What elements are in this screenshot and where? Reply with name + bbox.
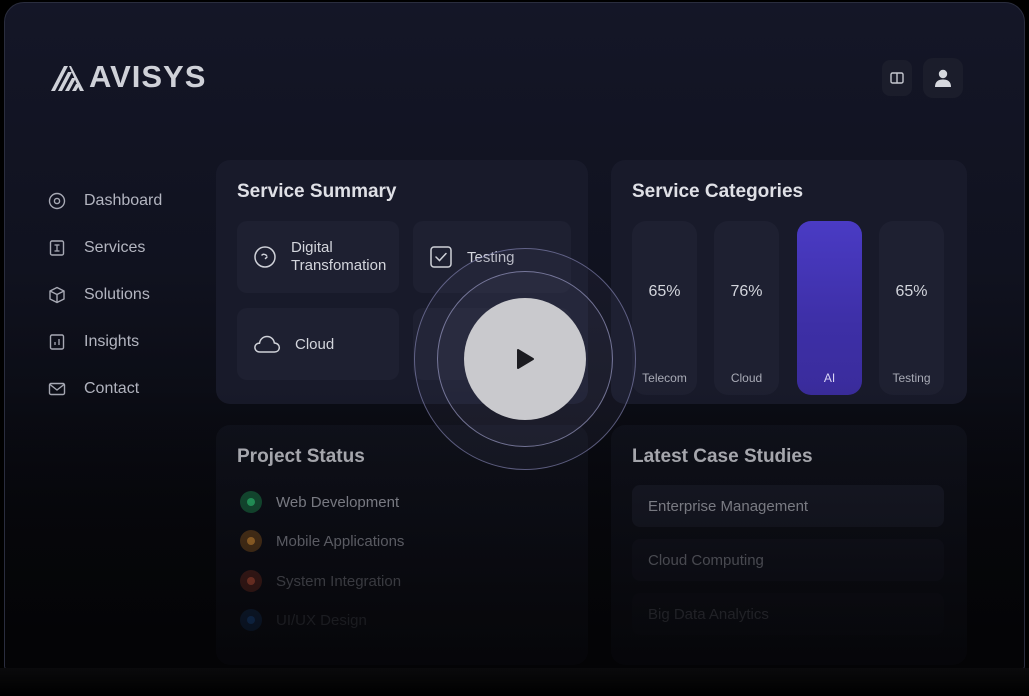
tile-label: Digital Transfomation — [291, 239, 386, 275]
sidebar-item-label: Contact — [84, 379, 140, 397]
category-percent: 65% — [895, 283, 928, 300]
brand-name: AVISYS — [89, 59, 207, 94]
tile-label: Cloud — [295, 335, 335, 353]
project-status-title: Project Status — [237, 446, 365, 467]
user-icon — [935, 69, 951, 87]
play-video-button[interactable] — [464, 298, 586, 420]
service-tile-cloud[interactable]: Cloud — [237, 308, 399, 380]
play-icon — [517, 349, 534, 369]
panel-toggle-button[interactable] — [882, 60, 912, 96]
category-bar-ai[interactable]: AI — [797, 221, 862, 395]
service-summary-title: Service Summary — [237, 181, 397, 202]
case-study-item[interactable]: Cloud Computing — [632, 539, 944, 581]
cube-icon — [47, 285, 67, 305]
sidebar-item-services[interactable]: Services — [47, 224, 162, 271]
gauge-icon — [253, 245, 277, 269]
category-label: Testing — [892, 371, 931, 385]
mail-icon — [47, 379, 67, 399]
category-percent: 76% — [730, 283, 763, 300]
tile-label-line2: Transfomation — [291, 257, 387, 274]
category-percent: 65% — [648, 283, 681, 300]
panel-icon — [890, 72, 904, 84]
status-dot — [240, 491, 262, 513]
service-categories-card: Service Categories 65% Telecom 76% Cloud… — [611, 160, 967, 404]
case-study-label: Cloud Computing — [648, 551, 764, 569]
user-profile-button[interactable] — [923, 58, 963, 98]
case-studies-card: Latest Case Studies Enterprise Managemen… — [611, 425, 967, 665]
category-label: Cloud — [730, 371, 763, 385]
category-label: AI — [823, 371, 836, 385]
category-bar-telecom[interactable]: 65% Telecom — [632, 221, 697, 395]
status-dot — [240, 530, 262, 552]
category-bar-testing[interactable]: 65% Testing — [879, 221, 944, 395]
sidebar-nav: Dashboard Services Solutions Insights Co… — [47, 177, 162, 412]
status-item-mobile-applications[interactable]: Mobile Applications — [240, 530, 404, 552]
sidebar-item-label: Dashboard — [84, 191, 163, 209]
case-study-label: Enterprise Management — [648, 497, 809, 515]
status-dot — [240, 609, 262, 631]
status-label: System Integration — [276, 572, 402, 590]
case-study-item[interactable]: Enterprise Management — [632, 485, 944, 527]
service-categories-title: Service Categories — [632, 181, 804, 202]
status-item-system-integration[interactable]: System Integration — [240, 570, 401, 592]
sidebar-item-dashboard[interactable]: Dashboard — [47, 177, 162, 224]
case-study-item[interactable]: Big Data Analytics — [632, 593, 944, 635]
status-label: Web Development — [276, 493, 400, 511]
category-label: Telecom — [642, 371, 687, 385]
sidebar-item-contact[interactable]: Contact — [47, 365, 162, 412]
sidebar-item-insights[interactable]: Insights — [47, 318, 162, 365]
status-label: UI/UX Design — [276, 611, 367, 629]
chart-icon — [47, 332, 67, 352]
target-icon — [47, 191, 67, 211]
sidebar-item-label: Insights — [84, 332, 140, 350]
service-tile-digital-transformation[interactable]: Digital Transfomation — [237, 221, 399, 293]
status-item-web-development[interactable]: Web Development — [240, 491, 399, 513]
category-bar-cloud[interactable]: 76% Cloud — [714, 221, 779, 395]
check-icon — [429, 245, 453, 269]
device-frame: AVISYS Dashboard Services Solutions Insi… — [0, 0, 1029, 696]
logo-mark-icon — [51, 66, 84, 91]
status-dot — [240, 570, 262, 592]
case-studies-title: Latest Case Studies — [632, 446, 813, 467]
brand-logo[interactable]: AVISYS — [49, 59, 206, 95]
cloud-icon — [253, 333, 281, 355]
status-item-ui-ux-design[interactable]: UI/UX Design — [240, 609, 367, 631]
device-bottom-edge — [0, 668, 1029, 696]
sidebar-item-label: Services — [84, 238, 146, 256]
sidebar-item-label: Solutions — [84, 285, 150, 303]
sidebar-item-solutions[interactable]: Solutions — [47, 271, 162, 318]
case-study-label: Big Data Analytics — [648, 605, 769, 623]
status-label: Mobile Applications — [276, 532, 405, 550]
document-icon — [47, 238, 67, 258]
tile-label-line1: Digital — [291, 239, 333, 256]
